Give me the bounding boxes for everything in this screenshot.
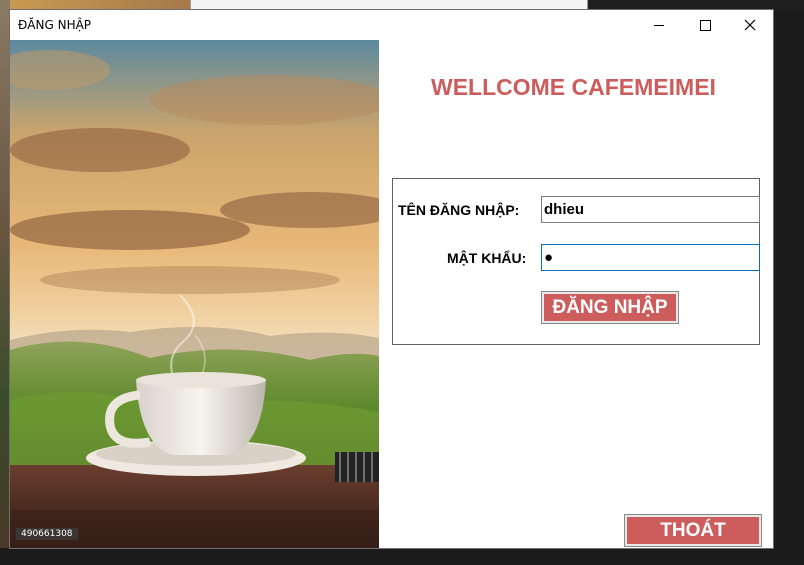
exit-button[interactable]: THOÁT	[624, 514, 762, 547]
maximize-button[interactable]	[682, 10, 728, 40]
password-label: MẬT KHẨU:	[447, 250, 527, 266]
desktop-background-top	[10, 0, 190, 10]
minimize-button[interactable]	[636, 10, 682, 40]
close-button[interactable]	[727, 10, 773, 40]
username-label: TÊN ĐĂNG NHẬP:	[398, 202, 520, 218]
maximize-icon	[699, 19, 711, 31]
window-title: ĐĂNG NHẬP	[18, 18, 92, 32]
minimize-icon	[654, 24, 664, 26]
coffee-cup-illustration	[10, 40, 379, 548]
login-button[interactable]: ĐĂNG NHẬP	[541, 291, 679, 324]
coffee-landscape-image: 490661308	[10, 40, 379, 548]
login-window: ĐĂNG NHẬP 490661308 WELLCOME CAFEMEIMEI …	[10, 10, 773, 548]
desktop-background-right	[773, 10, 804, 565]
desktop-background-left	[0, 0, 10, 565]
desktop-background-bottom	[0, 548, 804, 565]
image-id-label: 490661308	[16, 528, 78, 540]
login-form-group: TÊN ĐĂNG NHẬP: MẬT KHẨU: ĐĂNG NHẬP	[392, 178, 760, 345]
close-icon	[744, 19, 756, 31]
welcome-heading: WELLCOME CAFEMEIMEI	[431, 74, 716, 100]
title-bar[interactable]: ĐĂNG NHẬP	[10, 10, 773, 40]
username-input[interactable]	[541, 196, 760, 223]
background-window-edge	[190, 0, 588, 10]
password-input[interactable]	[541, 244, 760, 271]
